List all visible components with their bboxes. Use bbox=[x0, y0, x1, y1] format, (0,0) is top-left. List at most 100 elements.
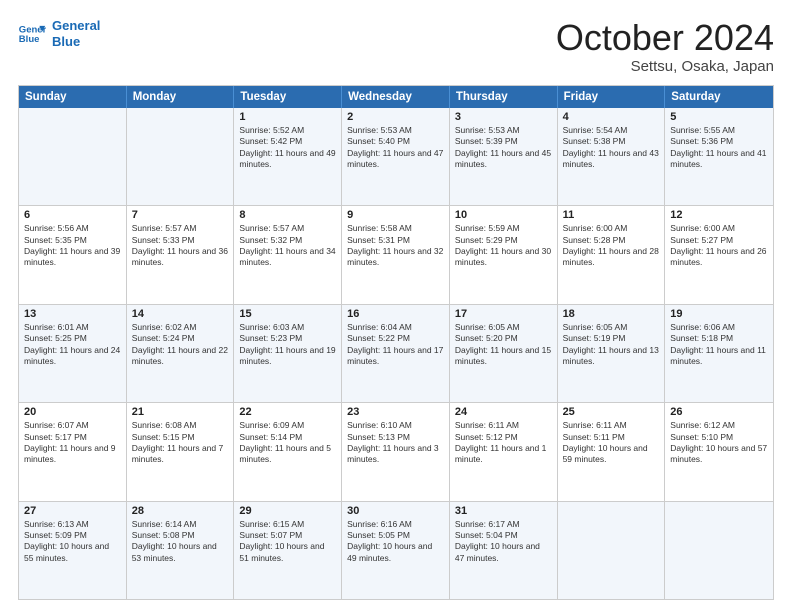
calendar-cell: 21Sunrise: 6:08 AM Sunset: 5:15 PM Dayli… bbox=[127, 403, 235, 500]
cell-info: Sunrise: 6:04 AM Sunset: 5:22 PM Dayligh… bbox=[347, 322, 444, 368]
calendar-cell: 29 Sunrise: 6:15 AM Sunset: 5:07 PM Dayli… bbox=[234, 502, 342, 599]
day-number: 31 bbox=[455, 505, 552, 517]
page-header: General Blue General Blue October 2024 S… bbox=[18, 18, 774, 75]
calendar-row: 1 Sunrise: 5:52 AM Sunset: 5:42 PM Daylig… bbox=[19, 108, 773, 205]
day-number: 15 bbox=[239, 308, 336, 320]
calendar-cell bbox=[19, 108, 127, 205]
cell-info: Sunrise: 6:09 AM Sunset: 5:14 PM Dayligh… bbox=[239, 420, 336, 466]
cell-info: Sunrise: 5:56 AM Sunset: 5:35 PM Dayligh… bbox=[24, 223, 121, 269]
weekday-header: Saturday bbox=[665, 86, 773, 108]
cell-info: Sunrise: 5:52 AM Sunset: 5:42 PM Dayligh… bbox=[239, 125, 336, 171]
day-number: 22 bbox=[239, 406, 336, 418]
calendar-cell: 9 Sunrise: 5:58 AM Sunset: 5:31 PM Daylig… bbox=[342, 206, 450, 303]
cell-info: Sunrise: 6:14 AM Sunset: 5:08 PM Dayligh… bbox=[132, 519, 229, 565]
day-number: 28 bbox=[132, 505, 229, 517]
cell-info: Sunrise: 6:05 AM Sunset: 5:20 PM Dayligh… bbox=[455, 322, 552, 368]
calendar-cell: 1 Sunrise: 5:52 AM Sunset: 5:42 PM Daylig… bbox=[234, 108, 342, 205]
location: Settsu, Osaka, Japan bbox=[556, 58, 774, 75]
weekday-header: Friday bbox=[558, 86, 666, 108]
calendar-cell: 31Sunrise: 6:17 AM Sunset: 5:04 PM Dayli… bbox=[450, 502, 558, 599]
day-number: 12 bbox=[670, 209, 768, 221]
calendar-cell: 2Sunrise: 5:53 AM Sunset: 5:40 PM Daylig… bbox=[342, 108, 450, 205]
cell-info: Sunrise: 5:54 AM Sunset: 5:38 PM Dayligh… bbox=[563, 125, 660, 171]
calendar-header: SundayMondayTuesdayWednesdayThursdayFrid… bbox=[19, 86, 773, 108]
title-block: October 2024 Settsu, Osaka, Japan bbox=[556, 18, 774, 75]
calendar-cell: 8 Sunrise: 5:57 AM Sunset: 5:32 PM Daylig… bbox=[234, 206, 342, 303]
cell-info: Sunrise: 6:16 AM Sunset: 5:05 PM Dayligh… bbox=[347, 519, 444, 565]
weekday-header: Wednesday bbox=[342, 86, 450, 108]
cell-info: Sunrise: 6:06 AM Sunset: 5:18 PM Dayligh… bbox=[670, 322, 768, 368]
calendar-cell: 25 Sunrise: 6:11 AM Sunset: 5:11 PM Dayli… bbox=[558, 403, 666, 500]
cell-info: Sunrise: 5:59 AM Sunset: 5:29 PM Dayligh… bbox=[455, 223, 552, 269]
cell-info: Sunrise: 6:15 AM Sunset: 5:07 PM Dayligh… bbox=[239, 519, 336, 565]
day-number: 26 bbox=[670, 406, 768, 418]
calendar-cell: 23Sunrise: 6:10 AM Sunset: 5:13 PM Dayli… bbox=[342, 403, 450, 500]
cell-info: Sunrise: 6:07 AM Sunset: 5:17 PM Dayligh… bbox=[24, 420, 121, 466]
cell-info: Sunrise: 5:57 AM Sunset: 5:32 PM Dayligh… bbox=[239, 223, 336, 269]
calendar-cell: 16 Sunrise: 6:04 AM Sunset: 5:22 PM Dayli… bbox=[342, 305, 450, 402]
calendar: SundayMondayTuesdayWednesdayThursdayFrid… bbox=[18, 85, 774, 600]
day-number: 5 bbox=[670, 111, 768, 123]
weekday-header: Sunday bbox=[19, 86, 127, 108]
day-number: 3 bbox=[455, 111, 552, 123]
cell-info: Sunrise: 6:11 AM Sunset: 5:11 PM Dayligh… bbox=[563, 420, 660, 466]
calendar-cell bbox=[558, 502, 666, 599]
cell-info: Sunrise: 6:02 AM Sunset: 5:24 PM Dayligh… bbox=[132, 322, 229, 368]
day-number: 4 bbox=[563, 111, 660, 123]
calendar-row: 13Sunrise: 6:01 AM Sunset: 5:25 PM Dayli… bbox=[19, 304, 773, 402]
day-number: 20 bbox=[24, 406, 121, 418]
day-number: 8 bbox=[239, 209, 336, 221]
cell-info: Sunrise: 6:05 AM Sunset: 5:19 PM Dayligh… bbox=[563, 322, 660, 368]
svg-text:Blue: Blue bbox=[19, 34, 40, 45]
calendar-cell bbox=[127, 108, 235, 205]
calendar-cell: 19 Sunrise: 6:06 AM Sunset: 5:18 PM Dayli… bbox=[665, 305, 773, 402]
day-number: 19 bbox=[670, 308, 768, 320]
calendar-row: 6Sunrise: 5:56 AM Sunset: 5:35 PM Daylig… bbox=[19, 205, 773, 303]
cell-info: Sunrise: 6:12 AM Sunset: 5:10 PM Dayligh… bbox=[670, 420, 768, 466]
calendar-cell: 17 Sunrise: 6:05 AM Sunset: 5:20 PM Dayli… bbox=[450, 305, 558, 402]
calendar-cell: 26 Sunrise: 6:12 AM Sunset: 5:10 PM Dayli… bbox=[665, 403, 773, 500]
day-number: 1 bbox=[239, 111, 336, 123]
day-number: 10 bbox=[455, 209, 552, 221]
day-number: 17 bbox=[455, 308, 552, 320]
calendar-cell: 15 Sunrise: 6:03 AM Sunset: 5:23 PM Dayli… bbox=[234, 305, 342, 402]
calendar-row: 20 Sunrise: 6:07 AM Sunset: 5:17 PM Dayli… bbox=[19, 402, 773, 500]
calendar-cell: 30Sunrise: 6:16 AM Sunset: 5:05 PM Dayli… bbox=[342, 502, 450, 599]
day-number: 18 bbox=[563, 308, 660, 320]
calendar-cell: 22 Sunrise: 6:09 AM Sunset: 5:14 PM Dayli… bbox=[234, 403, 342, 500]
cell-info: Sunrise: 5:55 AM Sunset: 5:36 PM Dayligh… bbox=[670, 125, 768, 171]
day-number: 9 bbox=[347, 209, 444, 221]
cell-info: Sunrise: 6:00 AM Sunset: 5:27 PM Dayligh… bbox=[670, 223, 768, 269]
day-number: 2 bbox=[347, 111, 444, 123]
day-number: 7 bbox=[132, 209, 229, 221]
calendar-cell: 5 Sunrise: 5:55 AM Sunset: 5:36 PM Daylig… bbox=[665, 108, 773, 205]
logo: General Blue General Blue bbox=[18, 18, 100, 49]
calendar-cell: 14 Sunrise: 6:02 AM Sunset: 5:24 PM Dayli… bbox=[127, 305, 235, 402]
calendar-row: 27 Sunrise: 6:13 AM Sunset: 5:09 PM Dayli… bbox=[19, 501, 773, 599]
calendar-body: 1 Sunrise: 5:52 AM Sunset: 5:42 PM Daylig… bbox=[19, 108, 773, 599]
weekday-header: Tuesday bbox=[234, 86, 342, 108]
day-number: 14 bbox=[132, 308, 229, 320]
day-number: 13 bbox=[24, 308, 121, 320]
cell-info: Sunrise: 6:11 AM Sunset: 5:12 PM Dayligh… bbox=[455, 420, 552, 466]
day-number: 25 bbox=[563, 406, 660, 418]
calendar-cell: 13Sunrise: 6:01 AM Sunset: 5:25 PM Dayli… bbox=[19, 305, 127, 402]
day-number: 16 bbox=[347, 308, 444, 320]
logo-text: General bbox=[52, 18, 100, 34]
day-number: 27 bbox=[24, 505, 121, 517]
calendar-cell: 4 Sunrise: 5:54 AM Sunset: 5:38 PM Daylig… bbox=[558, 108, 666, 205]
day-number: 21 bbox=[132, 406, 229, 418]
day-number: 11 bbox=[563, 209, 660, 221]
cell-info: Sunrise: 5:58 AM Sunset: 5:31 PM Dayligh… bbox=[347, 223, 444, 269]
weekday-header: Monday bbox=[127, 86, 235, 108]
day-number: 29 bbox=[239, 505, 336, 517]
weekday-header: Thursday bbox=[450, 86, 558, 108]
calendar-cell: 18 Sunrise: 6:05 AM Sunset: 5:19 PM Dayli… bbox=[558, 305, 666, 402]
cell-info: Sunrise: 6:03 AM Sunset: 5:23 PM Dayligh… bbox=[239, 322, 336, 368]
calendar-page: General Blue General Blue October 2024 S… bbox=[0, 0, 792, 612]
cell-info: Sunrise: 6:10 AM Sunset: 5:13 PM Dayligh… bbox=[347, 420, 444, 466]
calendar-cell: 27 Sunrise: 6:13 AM Sunset: 5:09 PM Dayli… bbox=[19, 502, 127, 599]
cell-info: Sunrise: 6:13 AM Sunset: 5:09 PM Dayligh… bbox=[24, 519, 121, 565]
calendar-cell: 20 Sunrise: 6:07 AM Sunset: 5:17 PM Dayli… bbox=[19, 403, 127, 500]
logo-icon: General Blue bbox=[18, 23, 46, 45]
